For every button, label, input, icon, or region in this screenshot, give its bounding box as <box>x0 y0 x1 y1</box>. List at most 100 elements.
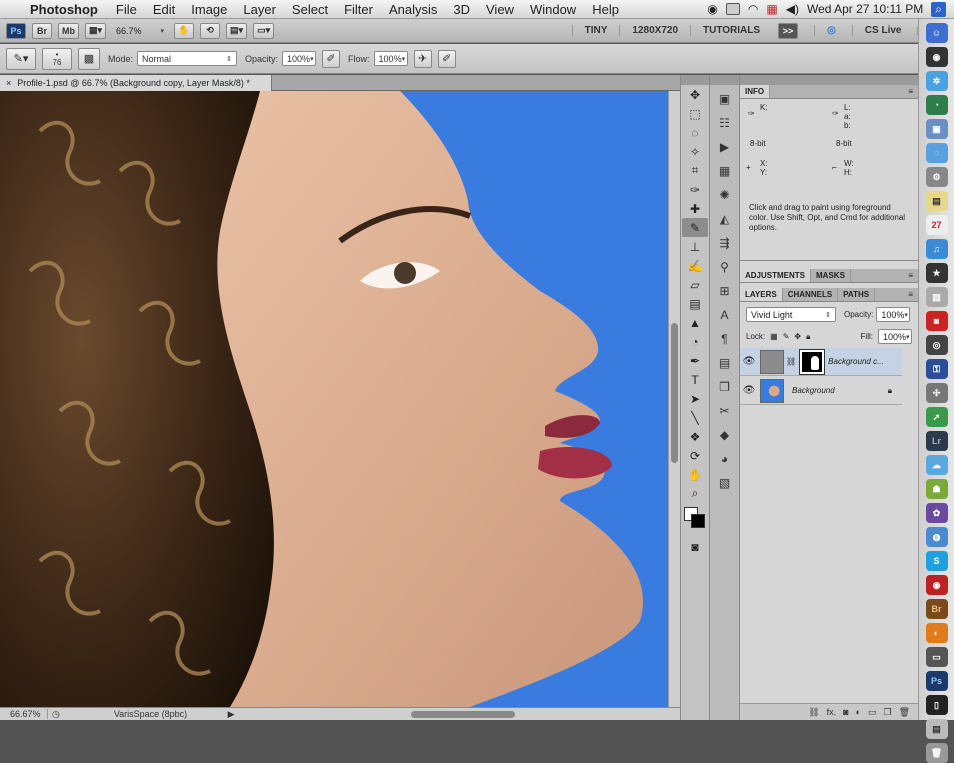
zoom-tool-icon[interactable]: ⌕ <box>682 484 708 503</box>
rotate-view-icon[interactable]: ⟲ <box>200 22 221 39</box>
menu-3d[interactable]: 3D <box>445 2 478 17</box>
clone-stamp-tool-icon[interactable]: ⊥ <box>682 237 708 256</box>
status-preview-icon[interactable]: ◷ <box>48 709 64 720</box>
histogram-panel-icon[interactable]: ◭ <box>714 209 736 229</box>
brush-preset-picker[interactable]: • 76 <box>42 47 72 70</box>
panels-dock-header[interactable] <box>740 75 918 85</box>
directions-icon[interactable]: ➚ <box>925 407 948 427</box>
3d-panel-icon[interactable]: ◆ <box>714 425 736 445</box>
workspace-tiny[interactable]: TINY <box>571 25 620 36</box>
tab-paths[interactable]: PATHS <box>838 288 876 301</box>
hand-tool-icon[interactable]: ✋ <box>174 22 195 39</box>
arrange-documents-icon[interactable]: ▤▾ <box>226 22 248 39</box>
healing-brush-tool-icon[interactable]: ✚ <box>682 199 708 218</box>
firefox-icon[interactable]: ◐ <box>925 623 948 643</box>
mini-bridge-panel-icon[interactable]: ▣ <box>714 89 736 109</box>
panel-strip-header[interactable] <box>710 75 739 85</box>
dodge-tool-icon[interactable]: ◔ <box>682 332 708 351</box>
photo-booth-icon[interactable]: ◙ <box>925 311 948 331</box>
styles-panel-icon[interactable]: ◕ <box>714 449 736 469</box>
zoom-level[interactable]: 66.7% ▾ <box>112 23 168 38</box>
finder-icon[interactable]: ☺ <box>925 23 948 43</box>
layer-mask-thumbnail[interactable] <box>799 348 826 375</box>
skype-icon[interactable]: S <box>925 551 948 571</box>
tools-panel-header[interactable] <box>681 75 709 85</box>
crop-tool-icon[interactable]: ⌗ <box>682 161 708 180</box>
camera-icon[interactable]: ▭ <box>925 647 948 667</box>
quick-mask-icon[interactable]: ◙ <box>682 537 708 556</box>
lock-pixels-icon[interactable]: ✎ <box>783 332 790 341</box>
measurement-panel-icon[interactable]: ▧ <box>714 473 736 493</box>
trash-icon[interactable]: 🗑︎ <box>925 743 948 763</box>
mini-bridge-button[interactable]: Mb <box>58 22 79 39</box>
pen-tool-icon[interactable]: ✒ <box>682 351 708 370</box>
layer-name[interactable]: Background c... <box>828 357 884 366</box>
more-workspaces-button[interactable]: >> <box>778 22 799 39</box>
delete-layer-icon[interactable]: 🗑︎ <box>899 707 910 718</box>
menu-analysis[interactable]: Analysis <box>381 2 445 17</box>
status-zoom[interactable]: 66.67% <box>0 709 48 719</box>
menu-window[interactable]: Window <box>522 2 584 17</box>
app-menu[interactable]: Photoshop <box>26 2 108 17</box>
documents-stack-icon[interactable]: ▤ <box>925 719 948 739</box>
eraser-tool-icon[interactable]: ▱ <box>682 275 708 294</box>
globe-icon[interactable]: ◍ <box>925 527 948 547</box>
horizontal-scrollbar[interactable] <box>241 710 680 719</box>
adjustments-panel-menu-icon[interactable]: ≡ <box>903 269 918 282</box>
bridge-button[interactable]: Br <box>32 22 52 39</box>
adium-icon[interactable]: ✿ <box>925 503 948 523</box>
document-canvas[interactable] <box>0 91 668 707</box>
bridge-dock-icon[interactable]: Br <box>925 599 948 619</box>
airbrush-icon[interactable]: ✈ <box>413 49 432 68</box>
tab-masks[interactable]: MASKS <box>811 269 851 282</box>
lock-transparency-icon[interactable]: ▦ <box>770 332 778 341</box>
status-icon[interactable]: ◉ <box>707 2 717 16</box>
menu-select[interactable]: Select <box>284 2 336 17</box>
info-panel-menu-icon[interactable]: ≡ <box>903 85 918 98</box>
horizontal-scroll-thumb[interactable] <box>410 710 515 718</box>
layer-name[interactable]: Background <box>792 386 835 395</box>
visibility-eye-icon[interactable]: 👁︎ <box>740 385 758 396</box>
actions-panel-icon[interactable]: ▶ <box>714 137 736 157</box>
pressure-opacity-icon[interactable]: ✐ <box>322 49 341 68</box>
menu-help[interactable]: Help <box>584 2 627 17</box>
dashboard-icon[interactable]: ◉ <box>925 47 948 67</box>
ichat-icon[interactable]: ◌ <box>925 143 948 163</box>
imovie-icon[interactable]: ★ <box>925 263 948 283</box>
wifi-icon[interactable]: ◠ <box>748 2 758 16</box>
notes-icon[interactable]: ▤ <box>925 191 948 211</box>
tool-preset-picker[interactable]: ✎▾ <box>6 47 36 70</box>
lock-position-icon[interactable]: ✥ <box>794 332 801 341</box>
clone-source-panel-icon[interactable]: ⚲ <box>714 257 736 277</box>
opacity-field[interactable]: 100% ▾ <box>282 51 317 66</box>
iphoto-icon[interactable]: ▥ <box>925 287 948 307</box>
gradient-tool-icon[interactable]: ▤ <box>682 294 708 313</box>
character-panel-icon[interactable]: A <box>714 305 736 325</box>
volume-icon[interactable]: ◀) <box>786 2 799 16</box>
menu-view[interactable]: View <box>478 2 522 17</box>
fill-field[interactable]: 100% ▾ <box>878 329 912 344</box>
new-layer-icon[interactable]: ❐ <box>883 707 891 718</box>
color-swatches-icon[interactable] <box>682 503 708 537</box>
blend-mode-select[interactable]: Vivid Light ⇕ <box>746 307 836 322</box>
tab-adjustments[interactable]: ADJUSTMENTS <box>740 269 812 282</box>
keychain-icon[interactable]: ⚿ <box>925 359 948 379</box>
3d-rotate-tool-icon[interactable]: ❖ <box>682 427 708 446</box>
menu-filter[interactable]: Filter <box>336 2 381 17</box>
new-group-icon[interactable]: ▭ <box>868 707 877 718</box>
menu-file[interactable]: File <box>108 2 145 17</box>
safari-icon[interactable]: ✲ <box>925 71 948 91</box>
layer-row-background-copy[interactable]: 👁︎ ⛓ Background c... <box>740 348 902 376</box>
lightroom-icon[interactable]: Lr <box>925 431 948 451</box>
preview-icon[interactable]: ▣ <box>925 119 948 139</box>
clock-datetime[interactable]: Wed Apr 27 10:11 PM <box>807 2 923 16</box>
layer-opacity-field[interactable]: 100% ▾ <box>876 307 911 322</box>
red-app-icon[interactable]: ◉ <box>925 575 948 595</box>
screen-mode-icon[interactable]: ▭▾ <box>253 22 275 39</box>
time-machine-icon[interactable]: ◔ <box>925 95 948 115</box>
status-menu-arrow-icon[interactable]: ▶ <box>228 709 235 720</box>
animation-panel-icon[interactable]: ✂ <box>714 401 736 421</box>
path-selection-tool-icon[interactable]: ➤ <box>682 389 708 408</box>
vertical-scrollbar[interactable] <box>668 91 680 707</box>
web-app-icon[interactable]: ☁ <box>925 455 948 475</box>
